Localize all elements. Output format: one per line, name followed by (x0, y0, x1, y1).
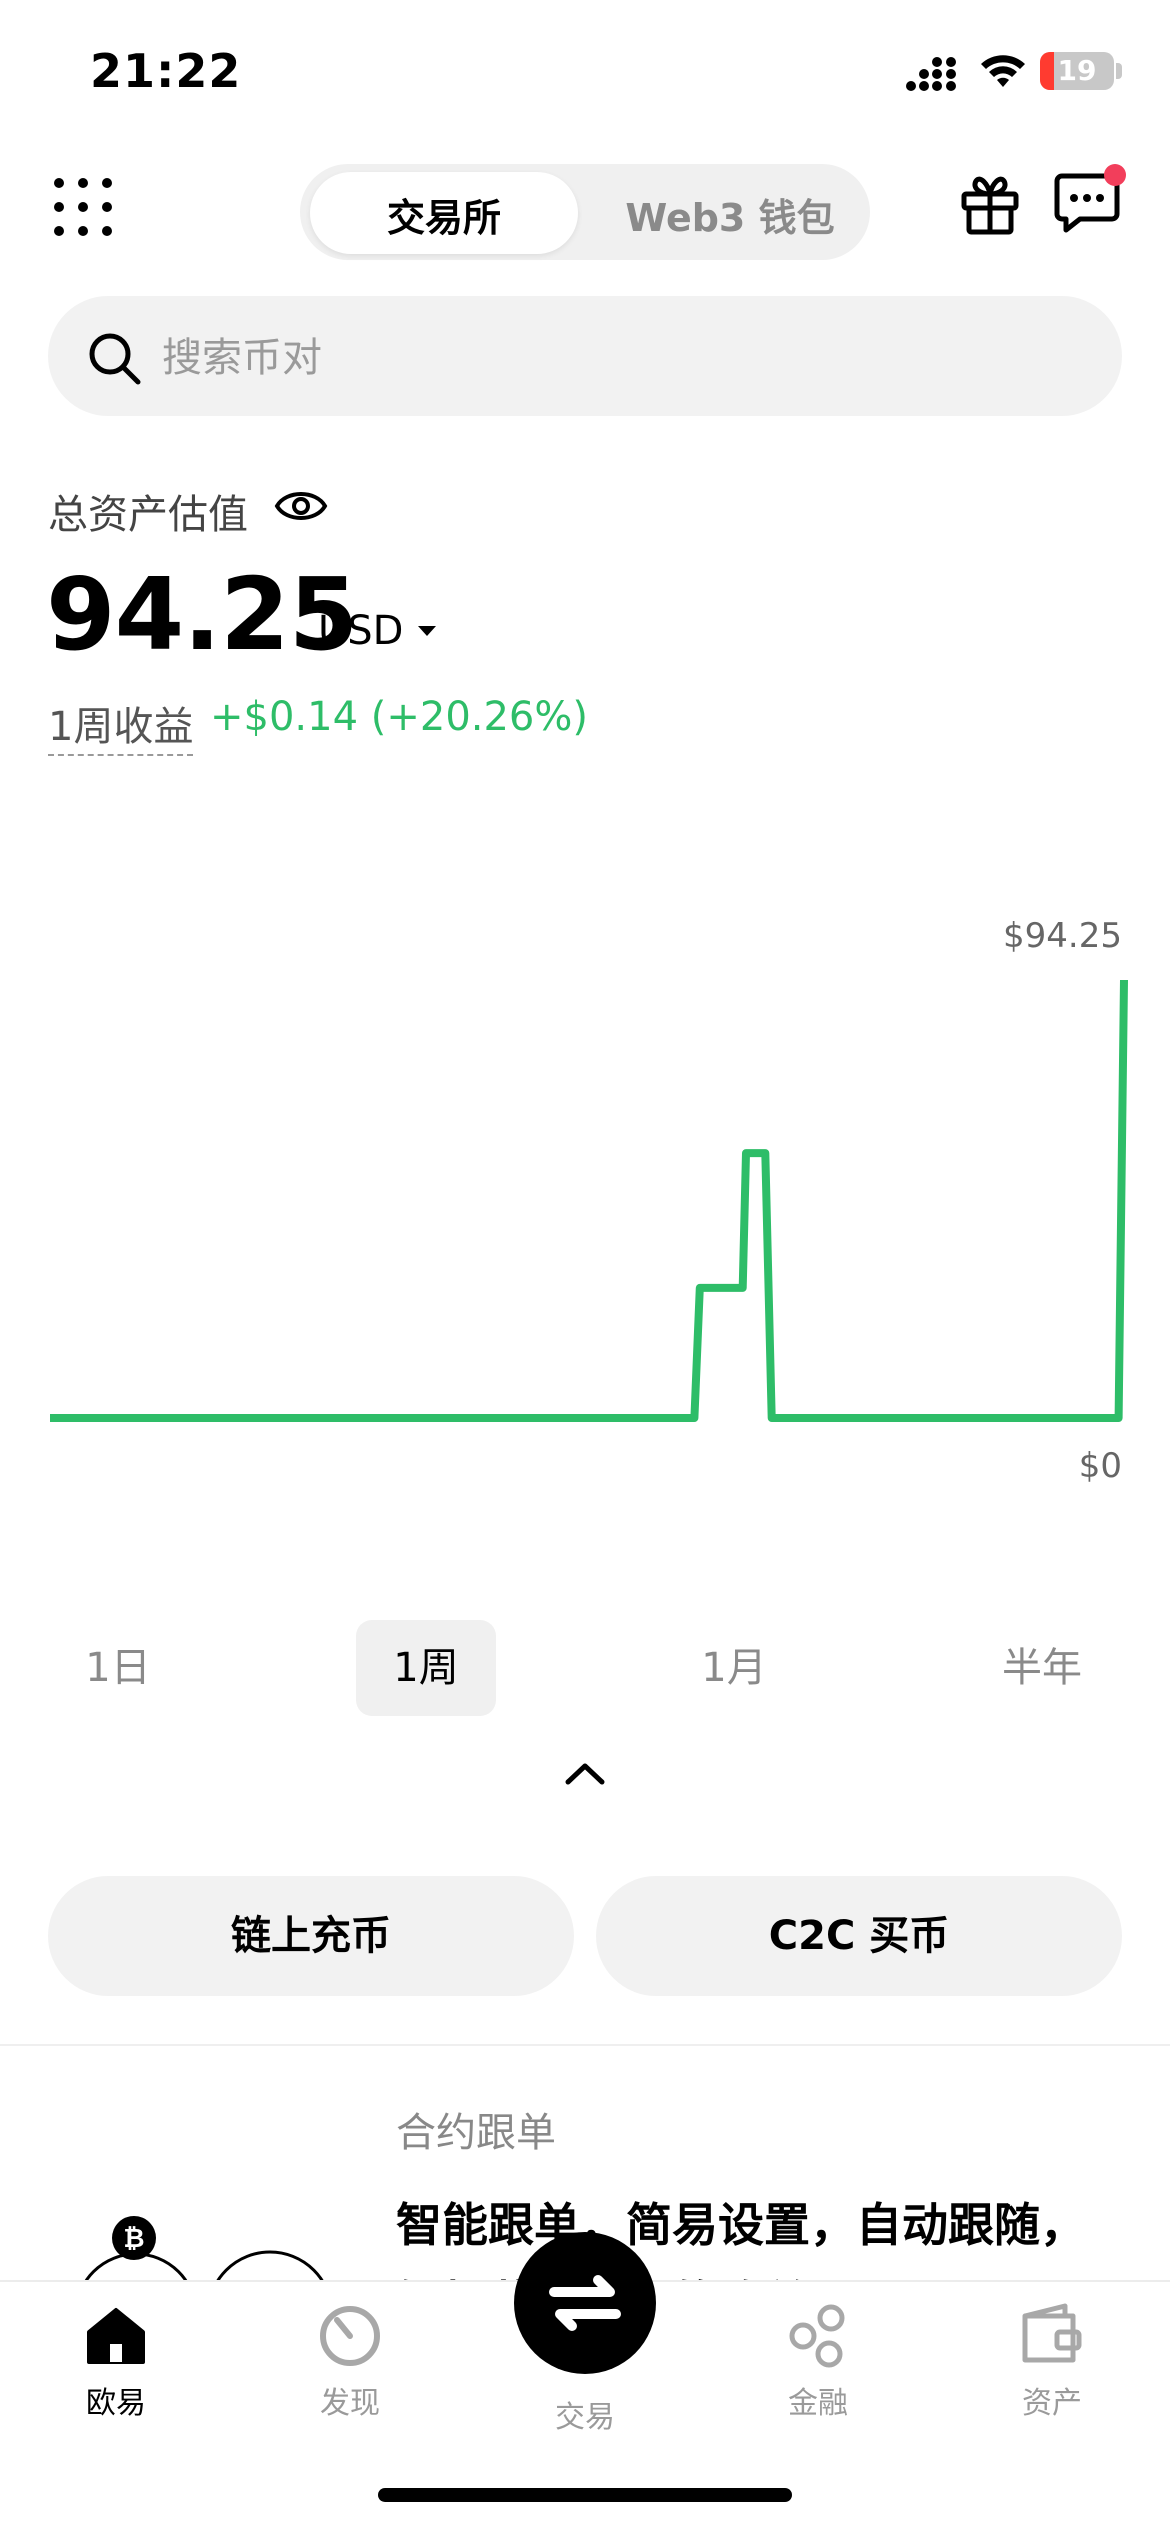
total-assets-value: 94.25 (46, 556, 358, 673)
tab-assets-label: 资产 (1022, 2386, 1082, 2421)
wallet-icon (1022, 2303, 1082, 2363)
search-input[interactable] (162, 330, 962, 386)
status-time: 21:22 (90, 44, 242, 98)
section-divider (0, 2044, 1170, 2046)
card-tag: 合约跟单 (396, 2110, 556, 2156)
chart-series-line (50, 979, 1128, 1422)
tab-finance-label: 金融 (788, 2386, 848, 2421)
tab-home[interactable]: 欧易 (36, 2300, 196, 2422)
cellular-signal-icon (906, 57, 956, 91)
chart-min-label: $0 (1078, 1446, 1122, 1486)
eye-icon[interactable] (274, 484, 328, 528)
tab-discover[interactable]: 发现 (270, 2300, 430, 2422)
svg-text:₿: ₿ (123, 2224, 144, 2254)
tab-trade-label: 交易 (555, 2400, 615, 2435)
total-assets-label: 总资产估值 (48, 492, 248, 538)
chevron-up-icon[interactable] (564, 1760, 606, 1786)
app-screen: 21:22 19 交易所 Web3 钱包 搜索币对 总资产估值 94.25 US… (0, 0, 1170, 2532)
chart-max-label: $94.25 (1003, 916, 1122, 956)
tab-web3-wallet[interactable]: Web3 钱包 (600, 187, 860, 242)
wifi-icon (981, 55, 1025, 87)
currency-selector[interactable]: USD (318, 608, 403, 654)
tab-exchange[interactable]: 交易所 (310, 187, 578, 242)
c2c-buy-button[interactable]: C2C 买币 (596, 1876, 1122, 1996)
range-tab-6m[interactable]: 半年 (972, 1620, 1112, 1716)
home-icon (87, 2308, 145, 2364)
caret-down-icon[interactable] (416, 624, 438, 638)
onchain-deposit-button[interactable]: 链上充币 (48, 1876, 574, 1996)
battery-level: 19 (1057, 54, 1097, 87)
discover-icon (320, 2306, 380, 2366)
range-tab-1d[interactable]: 1日 (48, 1620, 188, 1716)
swap-icon (549, 2275, 621, 2331)
asset-line-chart (50, 979, 1128, 1422)
battery-icon: 19 (1040, 52, 1114, 90)
battery-tip (1116, 63, 1122, 79)
tab-assets[interactable]: 资产 (972, 2300, 1132, 2422)
pnl-period-label[interactable]: 1周收益 (48, 694, 194, 756)
home-indicator (378, 2488, 792, 2502)
pnl-value: +$0.14 (+20.26%) (210, 694, 588, 740)
search-icon (89, 333, 141, 385)
tab-discover-label: 发现 (320, 2386, 380, 2421)
tab-home-label: 欧易 (86, 2386, 146, 2421)
tab-finance[interactable]: 金融 (738, 2300, 898, 2422)
trade-fab-button[interactable] (514, 2232, 656, 2374)
gift-icon[interactable] (958, 172, 1022, 236)
finance-icon (789, 2304, 845, 2368)
notification-dot (1104, 164, 1126, 186)
range-tab-1w[interactable]: 1周 (356, 1620, 496, 1716)
grid-dots-icon[interactable] (52, 176, 114, 238)
range-tab-1m[interactable]: 1月 (664, 1620, 804, 1716)
